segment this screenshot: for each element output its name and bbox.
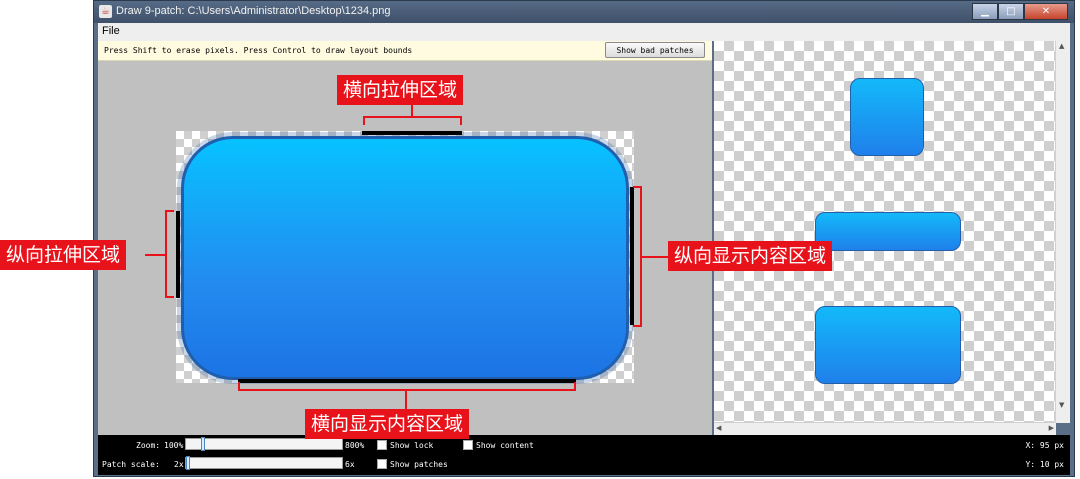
bottom-bracket-left [238,382,240,391]
top-bracket-right [460,116,462,125]
bottom-bracket-bar [238,389,576,391]
preview-pane: ▲ ▼ ◀ ▶ [714,41,1070,435]
app-window: ☕ Draw 9-patch: C:\Users\Administrator\D… [93,0,1075,477]
menu-file[interactable]: File [102,25,120,37]
left-bracket-bottom [165,296,174,298]
right-bracket-bottom [633,325,642,327]
show-lock-checkbox[interactable] [377,440,387,450]
zoom-min-label: 100% [164,441,184,450]
preview-wide [815,212,961,251]
show-content-label: Show content [476,441,534,450]
minimize-icon[interactable]: ▁ [972,3,998,20]
show-lock-label: Show lock [390,441,434,450]
x-coordinate-readout: X: 95 px [1025,441,1064,450]
patch-scale-slider-thumb[interactable] [186,456,190,470]
patch-scale-label: Patch scale: [102,460,160,469]
show-patches-label: Show patches [390,460,448,469]
zoom-slider-thumb[interactable] [201,437,205,451]
show-content-checkbox[interactable] [463,440,473,450]
bottom-content-marker[interactable] [238,379,576,383]
zoom-label: Zoom: [136,441,161,450]
top-connector [411,104,413,117]
patch-scale-min-label: 2x [174,460,184,469]
show-bad-patches-button[interactable]: Show bad patches [605,42,705,58]
annotation-right: 纵向显示内容区域 [668,241,833,271]
scroll-up-icon[interactable]: ▲ [1059,42,1064,50]
left-stretch-marker[interactable] [176,211,180,298]
top-stretch-marker[interactable] [362,131,462,135]
java-cup-icon: ☕ [99,5,112,18]
annotation-top: 横向拉伸区域 [337,75,464,105]
patch-scale-slider[interactable] [185,456,343,470]
patch-scale-max-label: 6x [345,460,355,469]
maximize-icon[interactable]: □ [998,3,1024,20]
right-connector [641,256,668,258]
top-bracket-left [363,116,365,125]
hint-bar: Press Shift to erase pixels. Press Contr… [98,41,712,61]
title-bar: ☕ Draw 9-patch: C:\Users\Administrator\D… [94,1,1074,23]
right-bracket-top [633,186,642,188]
right-content-marker[interactable] [630,187,634,325]
patch-canvas[interactable] [176,131,634,383]
close-icon[interactable]: ✕ [1024,3,1068,20]
scroll-right-icon[interactable]: ▶ [1049,424,1054,432]
preview-horizontal-scrollbar[interactable]: ◀ ▶ [714,422,1056,435]
control-bar: Zoom: 100% 800% Show lock Show content P… [98,435,1070,475]
menu-bar: File [98,23,1070,41]
preview-square [850,78,924,156]
bottom-bracket-right [574,382,576,391]
annotation-bottom: 横向显示内容区域 [305,409,470,439]
preview-vertical-scrollbar[interactable]: ▲ ▼ [1055,41,1070,423]
annotation-left: 纵向拉伸区域 [0,240,127,270]
zoom-max-label: 800% [345,441,365,450]
left-connector [145,254,166,256]
window-controls: ▁ □ ✕ [972,3,1068,20]
scroll-down-icon[interactable]: ▼ [1059,401,1064,409]
left-bracket-top [165,210,174,212]
preview-large [815,306,961,384]
window-title: Draw 9-patch: C:\Users\Administrator\Des… [116,5,391,17]
button-image [181,136,629,380]
scroll-left-icon[interactable]: ◀ [716,424,721,432]
hint-text: Press Shift to erase pixels. Press Contr… [104,46,413,55]
preview-area [714,41,1056,423]
y-coordinate-readout: Y: 10 px [1025,460,1064,469]
show-patches-checkbox[interactable] [377,459,387,469]
zoom-slider[interactable] [185,437,343,451]
bottom-connector [405,390,407,409]
